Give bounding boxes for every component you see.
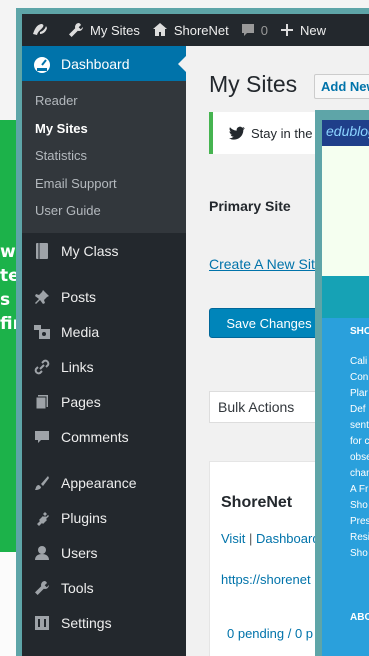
dashboard-icon — [32, 54, 52, 74]
sidebar-item-settings[interactable]: Settings — [22, 606, 186, 641]
sidebar-item-label: Dashboard — [61, 55, 130, 72]
popup-heading: SHO — [350, 326, 369, 337]
submenu-my-sites[interactable]: My Sites — [22, 115, 186, 143]
popup-line: A Fr — [350, 484, 369, 495]
settings-icon — [32, 613, 52, 633]
link-icon — [32, 357, 52, 377]
sidebar-item-pages[interactable]: Pages — [22, 385, 186, 420]
book-icon — [32, 241, 52, 261]
admin-bar: My Sites ShoreNet 0 New — [22, 14, 369, 46]
separator: | — [248, 531, 256, 546]
admin-sidebar: Dashboard Reader My Sites Statistics Ema… — [22, 46, 186, 656]
paintbrush-icon — [32, 473, 52, 493]
comment-icon — [241, 24, 254, 36]
popup-line: obse — [350, 452, 369, 463]
popup-line: chan — [350, 468, 369, 479]
sidebar-item-tools[interactable]: Tools — [22, 571, 186, 606]
sidebar-item-label: My Class — [61, 243, 119, 259]
create-new-site-link[interactable]: Create A New Site — [209, 256, 323, 272]
sidebar-item-appearance[interactable]: Appearance — [22, 466, 186, 501]
wrench-icon — [69, 23, 83, 37]
site-name-menu[interactable]: ShoreNet — [146, 14, 235, 46]
site-name-label: ShoreNet — [173, 22, 229, 38]
site-actions: Visit | Dashboard — [221, 531, 320, 546]
sidebar-item-label: Pages — [61, 394, 101, 410]
sidebar-item-my-class[interactable]: My Class — [22, 234, 186, 269]
submenu-statistics[interactable]: Statistics — [22, 142, 186, 170]
popup-footer: ABO — [350, 612, 369, 623]
submenu-reader[interactable]: Reader — [22, 87, 186, 115]
new-label: New — [300, 22, 327, 38]
site-name: ShoreNet — [221, 494, 293, 511]
sidebar-item-comments[interactable]: Comments — [22, 420, 186, 455]
popup-line: Resi — [350, 532, 369, 543]
dashboard-submenu: Reader My Sites Statistics Email Support… — [22, 81, 186, 233]
sidebar-item-label: Comments — [61, 429, 129, 445]
wordpress-logo-icon[interactable] — [22, 14, 62, 46]
sidebar-item-dashboard[interactable]: Dashboard — [22, 46, 186, 81]
sidebar-item-media[interactable]: Media — [22, 315, 186, 350]
popup-line: Cali — [350, 356, 368, 367]
sidebar-item-posts[interactable]: Posts — [22, 280, 186, 315]
new-content-menu[interactable]: New — [274, 14, 332, 46]
save-changes-button[interactable]: Save Changes — [209, 308, 329, 338]
sidebar-item-label: Tools — [61, 580, 94, 596]
sidebar-item-links[interactable]: Links — [22, 350, 186, 385]
media-icon — [32, 322, 52, 342]
plus-icon — [281, 24, 293, 36]
my-sites-menu[interactable]: My Sites — [62, 14, 146, 46]
sidebar-item-label: Settings — [61, 615, 112, 631]
my-sites-label: My Sites — [90, 22, 140, 38]
pending-comments-link[interactable]: 0 pending / 0 p — [227, 626, 313, 641]
pages-icon — [32, 392, 52, 412]
popup-panel — [322, 146, 369, 276]
site-url-link[interactable]: https://shorenet — [221, 572, 311, 587]
dashboard-link[interactable]: Dashboard — [256, 531, 320, 546]
page-title: My Sites — [209, 71, 298, 97]
popup-body: SHO Cali Con Plar Def sent for c obse ch… — [322, 318, 369, 656]
pushpin-icon — [32, 287, 52, 307]
popup-line: for c — [350, 436, 369, 447]
submenu-user-guide[interactable]: User Guide — [22, 197, 186, 225]
sidebar-item-label: Plugins — [61, 510, 107, 526]
sidebar-item-label: Users — [61, 545, 98, 561]
sidebar-item-label: Links — [61, 359, 94, 375]
sidebar-item-plugins[interactable]: Plugins — [22, 501, 186, 536]
sidebar-item-label: Appearance — [61, 475, 137, 491]
primary-site-label: Primary Site — [209, 198, 291, 214]
popup-line: sent — [350, 420, 369, 431]
edublogs-popup: edublogs SHO Cali Con Plar Def sent for … — [315, 110, 369, 656]
edublogs-logo: edublogs — [322, 120, 369, 146]
sidebar-item-label: Media — [61, 324, 100, 340]
popup-line: Plar — [350, 388, 368, 399]
comments-count: 0 — [260, 22, 268, 38]
twitter-icon — [229, 126, 245, 140]
sidebar-item-users[interactable]: Users — [22, 536, 186, 571]
popup-line: Pres — [350, 516, 369, 527]
popup-line: Sho — [350, 500, 368, 511]
visit-link[interactable]: Visit — [221, 531, 245, 546]
user-icon — [32, 543, 52, 563]
popup-strip — [322, 276, 369, 318]
comment-icon — [32, 427, 52, 447]
comments-menu[interactable]: 0 — [235, 14, 274, 46]
sidebar-item-label: Posts — [61, 289, 97, 305]
wrench-icon — [32, 578, 52, 598]
popup-line: Def — [350, 404, 366, 415]
plugin-icon — [32, 508, 52, 528]
popup-line: Con — [350, 372, 369, 383]
submenu-email-support[interactable]: Email Support — [22, 170, 186, 198]
home-icon — [152, 23, 167, 36]
popup-line: Sho — [350, 548, 368, 559]
add-new-button[interactable]: Add New — [314, 74, 369, 99]
